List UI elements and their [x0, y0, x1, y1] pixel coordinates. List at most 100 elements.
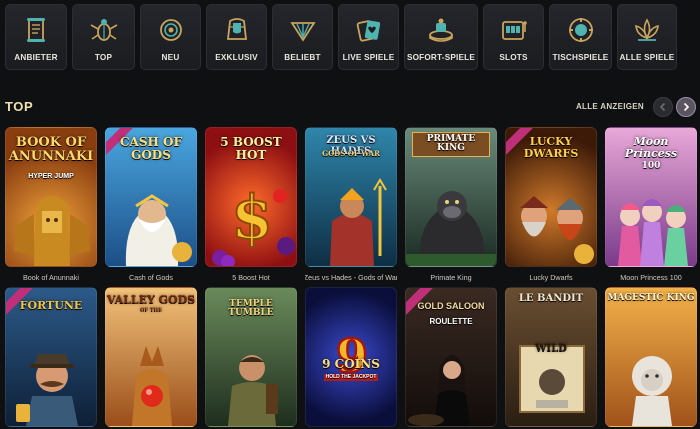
- game-thumbnail: TEMPLE TUMBLE: [205, 287, 297, 427]
- thumb-title: MAGESTIC KING: [607, 293, 695, 303]
- carousel-next-button[interactable]: [676, 97, 696, 117]
- category-label: TISCHSPIELE: [552, 53, 609, 62]
- thumb-subtitle: HOLD THE JACKPOT: [324, 374, 378, 382]
- game-name: Lucky Dwarfs: [529, 272, 573, 282]
- game-thumbnail: LE BANDIT WILD: [505, 287, 597, 427]
- game-thumbnail: 9 9 COINS HOLD THE JACKPOT: [305, 287, 397, 427]
- game-tile-valley-of-the-gods[interactable]: VALLEY GODS OF THE: [105, 287, 197, 427]
- instant-game-icon: [424, 13, 458, 47]
- game-thumbnail: PRIMATE KING: [405, 127, 497, 267]
- category-label: TOP: [94, 53, 113, 62]
- game-tile-5-boost-hot[interactable]: 5 BOOST HOT $ 5 Boost Hot: [205, 127, 297, 287]
- wanted-poster-icon: [519, 345, 585, 413]
- thumb-title: BOOK OF ANUNNAKI: [8, 135, 94, 164]
- sun-disk-icon: [154, 13, 188, 47]
- game-thumbnail: FORTUNE: [5, 287, 97, 427]
- carousel-prev-button[interactable]: [653, 97, 673, 117]
- game-grid: BOOK OF ANUNNAKI HYPER JUMP Book of Anun…: [5, 127, 697, 427]
- poker-chip-icon: [564, 13, 598, 47]
- game-thumbnail: CASH OF GODS: [105, 127, 197, 267]
- game-tile-9-coins[interactable]: 9 9 COINS HOLD THE JACKPOT: [305, 287, 397, 427]
- game-tile-primate-king[interactable]: PRIMATE KING Primate King: [405, 127, 497, 287]
- pharaoh-statue-icon: [14, 196, 90, 266]
- game-thumbnail: LUCKY DWARFS: [505, 127, 597, 267]
- thumb-title: FORTUNE: [19, 299, 83, 312]
- category-anbieter[interactable]: ANBIETER: [5, 4, 67, 70]
- category-sofort-spiele[interactable]: SOFORT-SPIELE: [404, 4, 478, 70]
- game-name: Cash of Gods: [129, 272, 173, 282]
- game-name: 5 Boost Hot: [232, 272, 270, 282]
- game-thumbnail: Moon Princess 100: [605, 127, 697, 267]
- game-thumbnail: ZEUS VS HADES GODS OF WAR: [305, 127, 397, 267]
- game-thumbnail: 5 BOOST HOT $: [205, 127, 297, 267]
- category-live-spiele[interactable]: LIVE SPIELE: [338, 4, 399, 70]
- thumb-title: 5 BOOST HOT: [220, 135, 282, 162]
- dollar-symbol-icon: $: [212, 182, 295, 266]
- chevron-left-icon: [659, 102, 666, 112]
- game-name: Zeus vs Hades - Gods of War: [305, 272, 397, 282]
- thumb-title: TEMPLE TUMBLE: [228, 299, 274, 319]
- game-name: Moon Princess 100: [620, 272, 682, 282]
- game-tile-temple-tumble[interactable]: TEMPLE TUMBLE: [205, 287, 297, 427]
- category-label: SOFORT-SPIELE: [406, 53, 476, 62]
- scroll-icon: [19, 13, 53, 47]
- thumb-subtitle: GODS OF WAR: [322, 149, 380, 158]
- scarab-icon: [87, 13, 121, 47]
- category-label: ALLE SPIELE: [619, 53, 675, 62]
- thumb-title: CASH OF GODS: [119, 135, 182, 162]
- anubis-statue-icon: [132, 346, 172, 426]
- category-beliebt[interactable]: BELIEBT: [272, 4, 333, 70]
- category-label: ANBIETER: [14, 53, 58, 62]
- category-alle-spiele[interactable]: ALLE SPIELE: [617, 4, 677, 70]
- princess-figures-icon: [618, 199, 688, 266]
- thumb-title: GOLD SALOON: [417, 301, 485, 311]
- dealer-woman-icon: [408, 355, 470, 426]
- thumb-title: Moon Princess: [624, 135, 678, 160]
- dwarfs-icon: [520, 196, 594, 264]
- warrior-figure-icon: [330, 178, 387, 266]
- game-name: Primate King: [430, 272, 472, 282]
- game-thumbnail: VALLEY GODS OF THE: [105, 287, 197, 427]
- lotus-fan-icon: [286, 13, 320, 47]
- category-nav: ANBIETER TOP NEU EXKLUSIV BELIEBT LIVE S…: [5, 4, 695, 70]
- see-all-link[interactable]: ALLE ANZEIGEN: [576, 102, 644, 111]
- game-tile-book-of-anunnaki[interactable]: BOOK OF ANUNNAKI HYPER JUMP Book of Anun…: [5, 127, 97, 287]
- category-label: SLOTS: [499, 53, 528, 62]
- category-label: LIVE SPIELE: [342, 53, 395, 62]
- category-label: NEU: [161, 53, 180, 62]
- thumb-subtitle: OF THE: [140, 307, 162, 313]
- explorer-icon: [228, 355, 278, 426]
- category-neu[interactable]: NEU: [140, 4, 201, 70]
- game-tile-lucky-dwarfs[interactable]: LUCKY DWARFS Lucky Dwarfs: [505, 127, 597, 287]
- category-label: BELIEBT: [284, 53, 321, 62]
- zeus-figure-icon: [125, 194, 192, 266]
- gorilla-icon: [406, 191, 496, 266]
- chevron-right-icon: [683, 102, 690, 112]
- playing-cards-icon: [352, 13, 386, 47]
- game-thumbnail: MAGESTIC KING: [605, 287, 697, 427]
- pharaoh-mask-icon: [220, 13, 254, 47]
- thumb-subtitle: WILD: [535, 343, 567, 354]
- thumb-title: LUCKY DWARFS: [523, 135, 579, 160]
- game-tile-magestic-king[interactable]: MAGESTIC KING: [605, 287, 697, 427]
- svg-text:$: $: [231, 183, 273, 253]
- mustache-man-icon: [16, 354, 78, 426]
- game-tile-moon-princess-100[interactable]: Moon Princess 100 Moon Princess 100: [605, 127, 697, 287]
- game-tile-le-bandit[interactable]: LE BANDIT WILD: [505, 287, 597, 427]
- category-label: EXKLUSIV: [215, 53, 258, 62]
- category-tischspiele[interactable]: TISCHSPIELE: [549, 4, 612, 70]
- game-tile-gold-saloon-roulette[interactable]: GOLD SALOON ROULETTE: [405, 287, 497, 427]
- game-tile-zeus-vs-hades[interactable]: ZEUS VS HADES GODS OF WAR Zeus vs Hades …: [305, 127, 397, 287]
- game-tile-fortune[interactable]: FORTUNE: [5, 287, 97, 427]
- lotus-icon: [630, 13, 664, 47]
- category-exklusiv[interactable]: EXKLUSIV: [206, 4, 267, 70]
- category-top[interactable]: TOP: [72, 4, 135, 70]
- lion-icon: [632, 356, 672, 426]
- thumb-title: LE BANDIT: [518, 293, 584, 304]
- game-thumbnail: BOOK OF ANUNNAKI HYPER JUMP: [5, 127, 97, 267]
- thumb-title: VALLEY GODS: [106, 293, 196, 306]
- game-tile-cash-of-gods[interactable]: CASH OF GODS Cash of Gods: [105, 127, 197, 287]
- slot-machine-icon: [497, 13, 531, 47]
- game-thumbnail: GOLD SALOON ROULETTE: [405, 287, 497, 427]
- category-slots[interactable]: SLOTS: [483, 4, 544, 70]
